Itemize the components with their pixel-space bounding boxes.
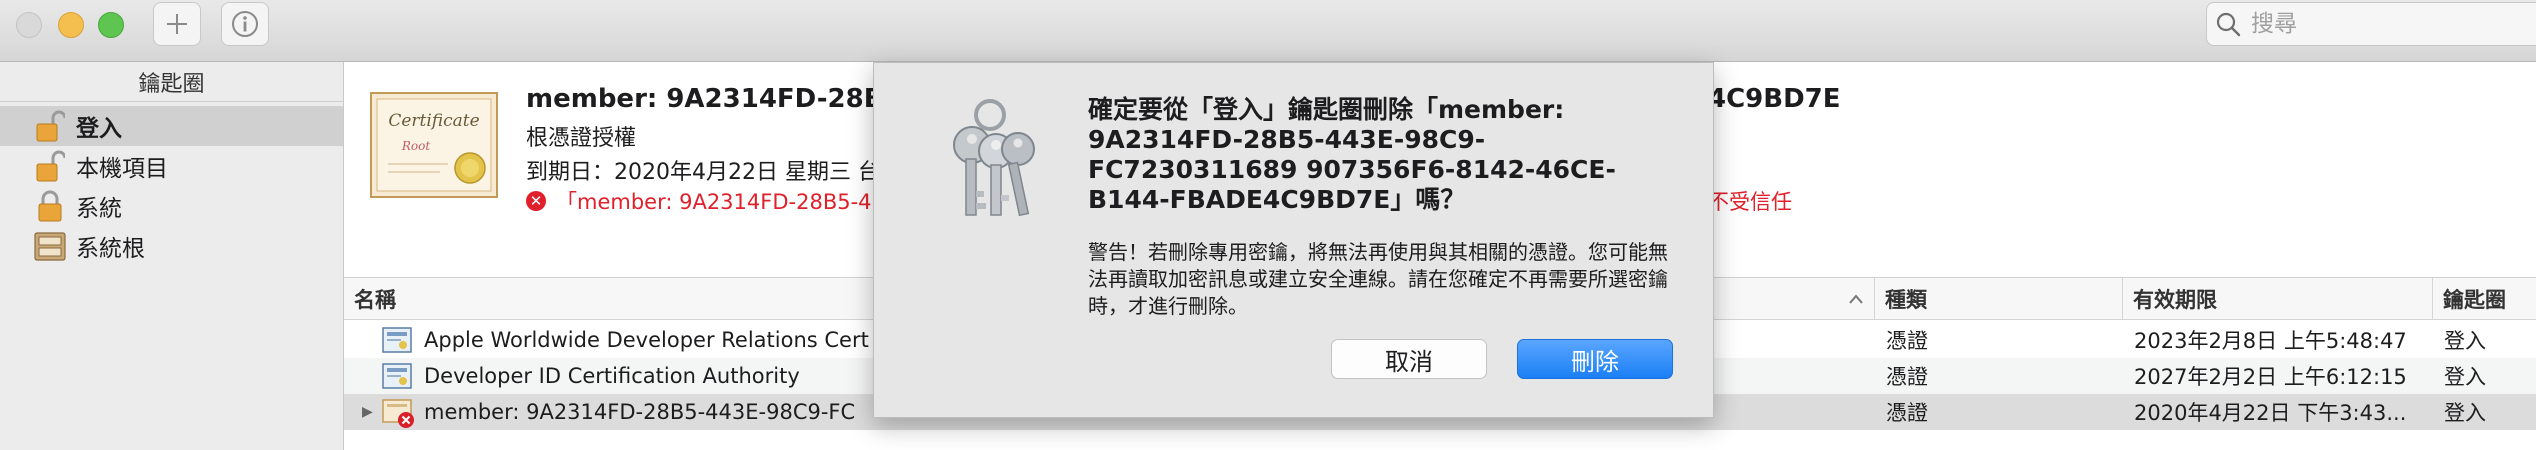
minimize-window-button[interactable] xyxy=(58,12,84,38)
dialog-title: 確定要從「登入」鑰匙圈刪除「member: 9A2314FD-28B5-443E… xyxy=(1088,95,1616,214)
sidebar-item-label: 系統根 xyxy=(76,236,145,262)
row-name: member: 9A2314FD-28B5-443E-98C9-FC xyxy=(424,400,856,424)
search-icon xyxy=(2216,12,2241,37)
sidebar-item-label: 系統 xyxy=(76,196,122,222)
certificate-script-text: Certificate xyxy=(388,111,479,131)
sidebar-header: 鑰匙圈 xyxy=(0,62,343,102)
column-header-keychain[interactable]: 鑰匙圈 xyxy=(2432,278,2536,320)
locked-padlock-icon xyxy=(30,188,70,224)
sidebar-item-login[interactable]: 登入 xyxy=(0,106,343,146)
column-header-expires[interactable]: 有效期限 xyxy=(2122,278,2432,320)
column-header-kind[interactable]: 種類 xyxy=(1874,278,2122,320)
plus-icon xyxy=(167,14,187,34)
row-kind: 憑證 xyxy=(1886,329,1928,353)
column-header-label: 名稱 xyxy=(354,287,396,312)
row-expires: 2020年4月22日 下午3:43... xyxy=(2134,401,2407,425)
certificate-kind: 根憑證授權 xyxy=(526,126,637,151)
certificate-trust-warning: ✕ 「member: 9A2314FD-28B5-4 xyxy=(526,186,872,216)
sidebar-item-local-items[interactable]: 本機項目 xyxy=(0,146,343,186)
window-toolbar xyxy=(0,0,2536,62)
keychains-sidebar: 鑰匙圈 登入 本機項目 系統 系統根 xyxy=(0,62,344,450)
delete-button[interactable]: 刪除 xyxy=(1517,339,1673,379)
row-kind: 憑證 xyxy=(1886,401,1928,425)
info-icon xyxy=(232,11,258,37)
row-keychain: 登入 xyxy=(2444,329,2486,353)
certificate-thumbnail: Certificate Root xyxy=(370,92,498,198)
keychain-keys-icon xyxy=(938,93,1048,223)
trust-warning-tail: 不受信任 xyxy=(1708,190,1792,214)
column-header-label: 鑰匙圈 xyxy=(2443,287,2506,312)
row-keychain: 登入 xyxy=(2444,365,2486,389)
row-name: Developer ID Certification Authority xyxy=(424,364,800,388)
untrusted-certificate-icon xyxy=(382,399,414,428)
delete-confirmation-dialog: 確定要從「登入」鑰匙圈刪除「member: 9A2314FD-28B5-443E… xyxy=(873,62,1714,418)
row-expires: 2027年2月2日 上午6:12:15 xyxy=(2134,365,2407,389)
certificate-expiry: 到期日：2020年4月22日 星期三 台 xyxy=(526,160,880,185)
disclosure-triangle-icon[interactable]: ▶ xyxy=(362,394,373,430)
search-input[interactable] xyxy=(2249,10,2513,38)
dialog-warning-message: 警告！若刪除專用密鑰，將無法再使用與其相關的憑證。您可能無法再讀取加密訊息或建立… xyxy=(1088,240,1668,318)
row-expires: 2023年2月8日 上午5:48:47 xyxy=(2134,329,2407,353)
unlocked-padlock-icon xyxy=(30,108,70,144)
sidebar-item-system-roots[interactable]: 系統根 xyxy=(0,226,343,266)
row-keychain: 登入 xyxy=(2444,401,2486,425)
row-kind: 憑證 xyxy=(1886,365,1928,389)
certificate-icon xyxy=(382,363,412,389)
search-field[interactable] xyxy=(2206,2,2536,46)
trust-warning-text: 「member: 9A2314FD-28B5-4 xyxy=(556,190,872,214)
close-window-button[interactable] xyxy=(16,12,42,38)
certificate-icon xyxy=(382,327,412,353)
get-info-button[interactable] xyxy=(221,2,269,46)
error-x-icon: ✕ xyxy=(526,191,546,211)
sort-ascending-icon[interactable] xyxy=(1848,278,1874,320)
zoom-window-button[interactable] xyxy=(98,12,124,38)
sidebar-item-label: 登入 xyxy=(76,116,122,142)
certificate-title-tail: 4C9BD7E xyxy=(1708,84,1841,114)
certificate-root-text: Root xyxy=(401,139,430,153)
cancel-button[interactable]: 取消 xyxy=(1331,339,1487,379)
column-header-label: 有效期限 xyxy=(2133,287,2217,312)
column-header-label: 種類 xyxy=(1885,287,1927,312)
add-item-button[interactable] xyxy=(153,2,201,46)
sidebar-item-label: 本機項目 xyxy=(76,156,168,182)
cabinet-icon xyxy=(30,228,70,264)
sidebar-item-system[interactable]: 系統 xyxy=(0,186,343,226)
row-name: Apple Worldwide Developer Relations Cert xyxy=(424,328,869,352)
certificate-title: member: 9A2314FD-28B5- xyxy=(526,84,913,114)
unlocked-padlock-icon xyxy=(30,148,70,184)
